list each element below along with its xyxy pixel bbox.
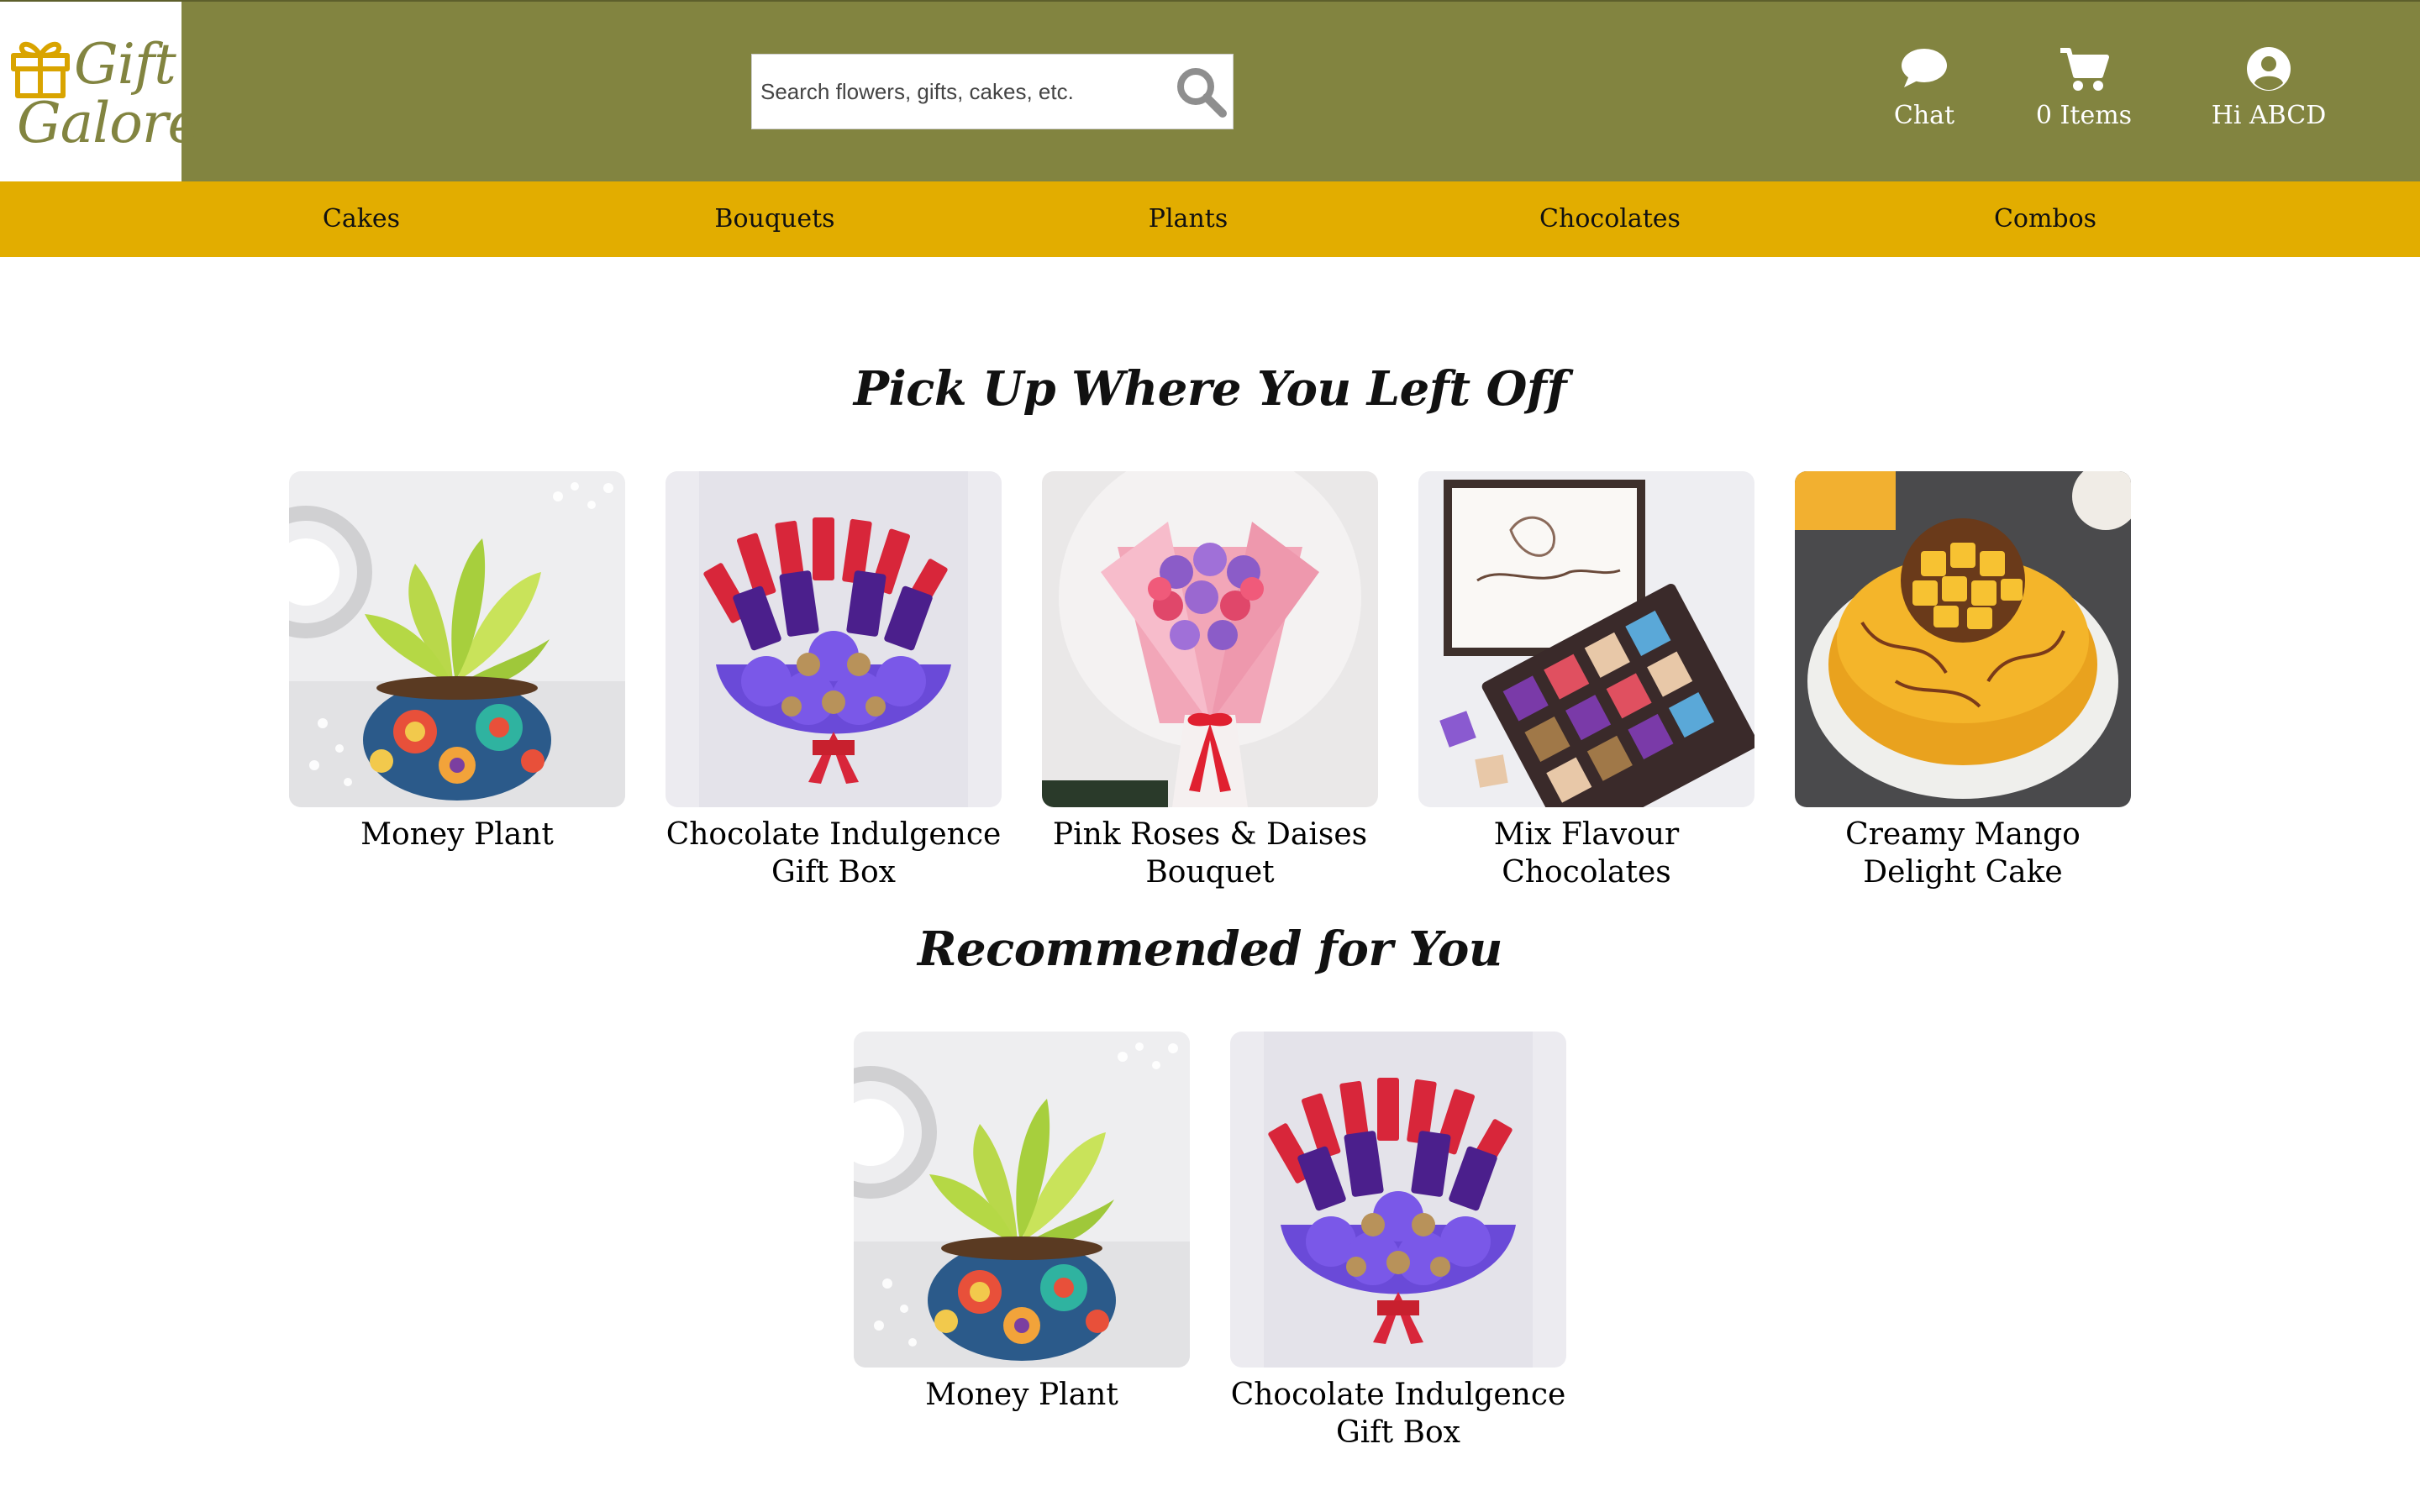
product-card[interactable]: Money Plant bbox=[854, 1032, 1190, 1414]
product-name: Pink Roses & Daises Bouquet bbox=[1052, 817, 1368, 890]
nav-item-chocolates[interactable]: Chocolates bbox=[1539, 181, 1681, 257]
nav-item-combos[interactable]: Combos bbox=[1994, 181, 2096, 257]
brand-name-line1: Gift bbox=[74, 32, 176, 97]
user-circle-icon bbox=[2247, 47, 2291, 91]
site-header: Gift Galore Chat 0 Items Hi ABCD bbox=[0, 0, 2420, 183]
flower-bouquet-image bbox=[1042, 471, 1378, 807]
gift-icon bbox=[11, 41, 70, 98]
mango-cake-image bbox=[1795, 471, 2131, 807]
brand-logo[interactable]: Gift Galore bbox=[0, 2, 201, 183]
product-card[interactable]: Chocolate Indulgence Gift Box bbox=[1230, 1032, 1566, 1452]
product-name: Creamy Mango Delight Cake bbox=[1845, 817, 2081, 890]
account-label: Hi ABCD bbox=[2211, 101, 2327, 130]
search-bar bbox=[751, 54, 1234, 129]
product-name: Chocolate Indulgence Gift Box bbox=[666, 817, 1002, 890]
product-card[interactable]: Pink Roses & Daises Bouquet bbox=[1042, 471, 1378, 891]
chocolate-box-image bbox=[1418, 471, 1754, 807]
chocolate-bouquet-image bbox=[1230, 1032, 1566, 1368]
product-name: Money Plant bbox=[925, 1378, 1118, 1412]
product-card[interactable]: Money Plant bbox=[289, 471, 625, 853]
product-card[interactable]: Creamy Mango Delight Cake bbox=[1795, 471, 2131, 891]
recommended-section-title: Recommended for You bbox=[917, 921, 1503, 977]
search-icon[interactable] bbox=[1174, 65, 1228, 118]
search-input[interactable] bbox=[752, 55, 1155, 129]
cart-label: 0 Items bbox=[2035, 101, 2133, 130]
chat-button[interactable]: Chat bbox=[1865, 45, 1983, 139]
product-card[interactable]: Chocolate Indulgence Gift Box bbox=[666, 471, 1002, 891]
chat-bubble-icon bbox=[1902, 49, 1947, 87]
brand-name-line2: Galore bbox=[17, 91, 201, 155]
product-card[interactable]: Mix Flavour Chocolates bbox=[1418, 471, 1754, 891]
account-button[interactable]: Hi ABCD bbox=[2202, 45, 2336, 139]
recent-section-title: Pick Up Where You Left Off bbox=[853, 361, 1567, 417]
money-plant-image bbox=[289, 471, 625, 807]
cart-icon bbox=[2060, 48, 2109, 91]
cart-button[interactable]: 0 Items bbox=[2017, 45, 2151, 139]
product-name: Chocolate Indulgence Gift Box bbox=[1230, 1378, 1566, 1450]
chat-label: Chat bbox=[1893, 101, 1955, 130]
category-nav: Cakes Bouquets Plants Chocolates Combos bbox=[0, 181, 2420, 257]
product-name: Mix Flavour Chocolates bbox=[1493, 817, 1680, 890]
nav-item-plants[interactable]: Plants bbox=[1149, 181, 1228, 257]
money-plant-image bbox=[854, 1032, 1190, 1368]
product-name: Money Plant bbox=[360, 817, 554, 852]
nav-item-bouquets[interactable]: Bouquets bbox=[714, 181, 834, 257]
nav-item-cakes[interactable]: Cakes bbox=[323, 181, 400, 257]
chocolate-bouquet-image bbox=[666, 471, 1002, 807]
